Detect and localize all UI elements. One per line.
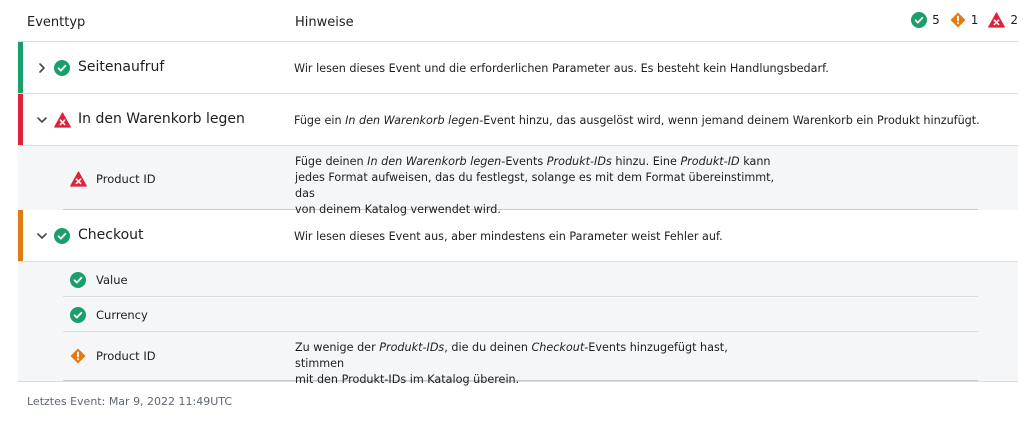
check-circle-icon bbox=[70, 272, 86, 288]
event-name: Seitenaufruf bbox=[78, 59, 165, 75]
warning-diamond-icon bbox=[70, 348, 86, 364]
check-circle-icon bbox=[54, 228, 70, 244]
parameter-list: Value Currency Product ID Zu wenige der … bbox=[18, 262, 1018, 386]
parameter-row: Currency bbox=[63, 297, 978, 332]
parameter-note: Zu wenige der Produkt-IDs, die du deinen… bbox=[295, 341, 728, 386]
event-row[interactable]: Seitenaufruf Wir lesen dieses Event und … bbox=[18, 42, 1018, 94]
error-triangle-icon bbox=[988, 12, 1006, 28]
parameter-list: Product ID Füge deinen In den Warenkorb … bbox=[18, 146, 1018, 216]
event-section-add-to-cart: In den Warenkorb legen Füge ein In den W… bbox=[18, 94, 1018, 216]
success-count: 5 bbox=[932, 13, 940, 27]
parameter-row: Product ID Zu wenige der Produkt-IDs, di… bbox=[63, 332, 978, 386]
event-section-checkout: Checkout Wir lesen dieses Event aus, abe… bbox=[18, 210, 1018, 386]
error-triangle-icon bbox=[54, 112, 71, 128]
error-triangle-icon bbox=[70, 171, 87, 187]
event-note: Füge ein In den Warenkorb legen-Event hi… bbox=[294, 114, 980, 127]
chevron-down-icon[interactable] bbox=[35, 113, 49, 127]
event-row[interactable]: In den Warenkorb legen Füge ein In den W… bbox=[18, 94, 1018, 146]
event-note: Wir lesen dieses Event aus, aber mindest… bbox=[294, 230, 723, 243]
chevron-down-icon[interactable] bbox=[35, 229, 49, 243]
event-name: In den Warenkorb legen bbox=[78, 111, 245, 127]
check-circle-icon bbox=[54, 60, 70, 76]
event-section-seitenaufruf: Seitenaufruf Wir lesen dieses Event und … bbox=[18, 42, 1018, 94]
parameter-row: Product ID Füge deinen In den Warenkorb … bbox=[63, 146, 978, 216]
check-circle-icon bbox=[70, 307, 86, 323]
event-row[interactable]: Checkout Wir lesen dieses Event aus, abe… bbox=[18, 210, 1018, 262]
event-note: Wir lesen dieses Event und die erforderl… bbox=[294, 62, 829, 75]
last-event-timestamp: Letztes Event: Mar 9, 2022 11:49UTC bbox=[27, 395, 233, 408]
warning-diamond-icon bbox=[950, 12, 966, 28]
column-header-event-type: Eventtyp bbox=[27, 15, 86, 30]
parameter-name: Product ID bbox=[96, 172, 156, 186]
column-header-notes: Hinweise bbox=[295, 15, 354, 30]
parameter-row: Value bbox=[63, 262, 978, 297]
check-circle-icon bbox=[911, 12, 928, 28]
parameter-name: Product ID bbox=[96, 349, 156, 363]
table-header: Eventtyp Hinweise 5 1 2 bbox=[0, 0, 1036, 44]
chevron-right-icon[interactable] bbox=[35, 61, 49, 75]
event-name: Checkout bbox=[78, 227, 144, 243]
parameter-name: Value bbox=[96, 273, 128, 287]
parameter-name: Currency bbox=[96, 308, 148, 322]
parameter-note: Füge deinen In den Warenkorb legen-Event… bbox=[295, 155, 775, 216]
error-count: 2 bbox=[1010, 13, 1018, 27]
status-summary: 5 1 2 bbox=[911, 12, 1018, 28]
warning-count: 1 bbox=[970, 13, 979, 27]
event-table: Seitenaufruf Wir lesen dieses Event und … bbox=[18, 41, 1018, 386]
